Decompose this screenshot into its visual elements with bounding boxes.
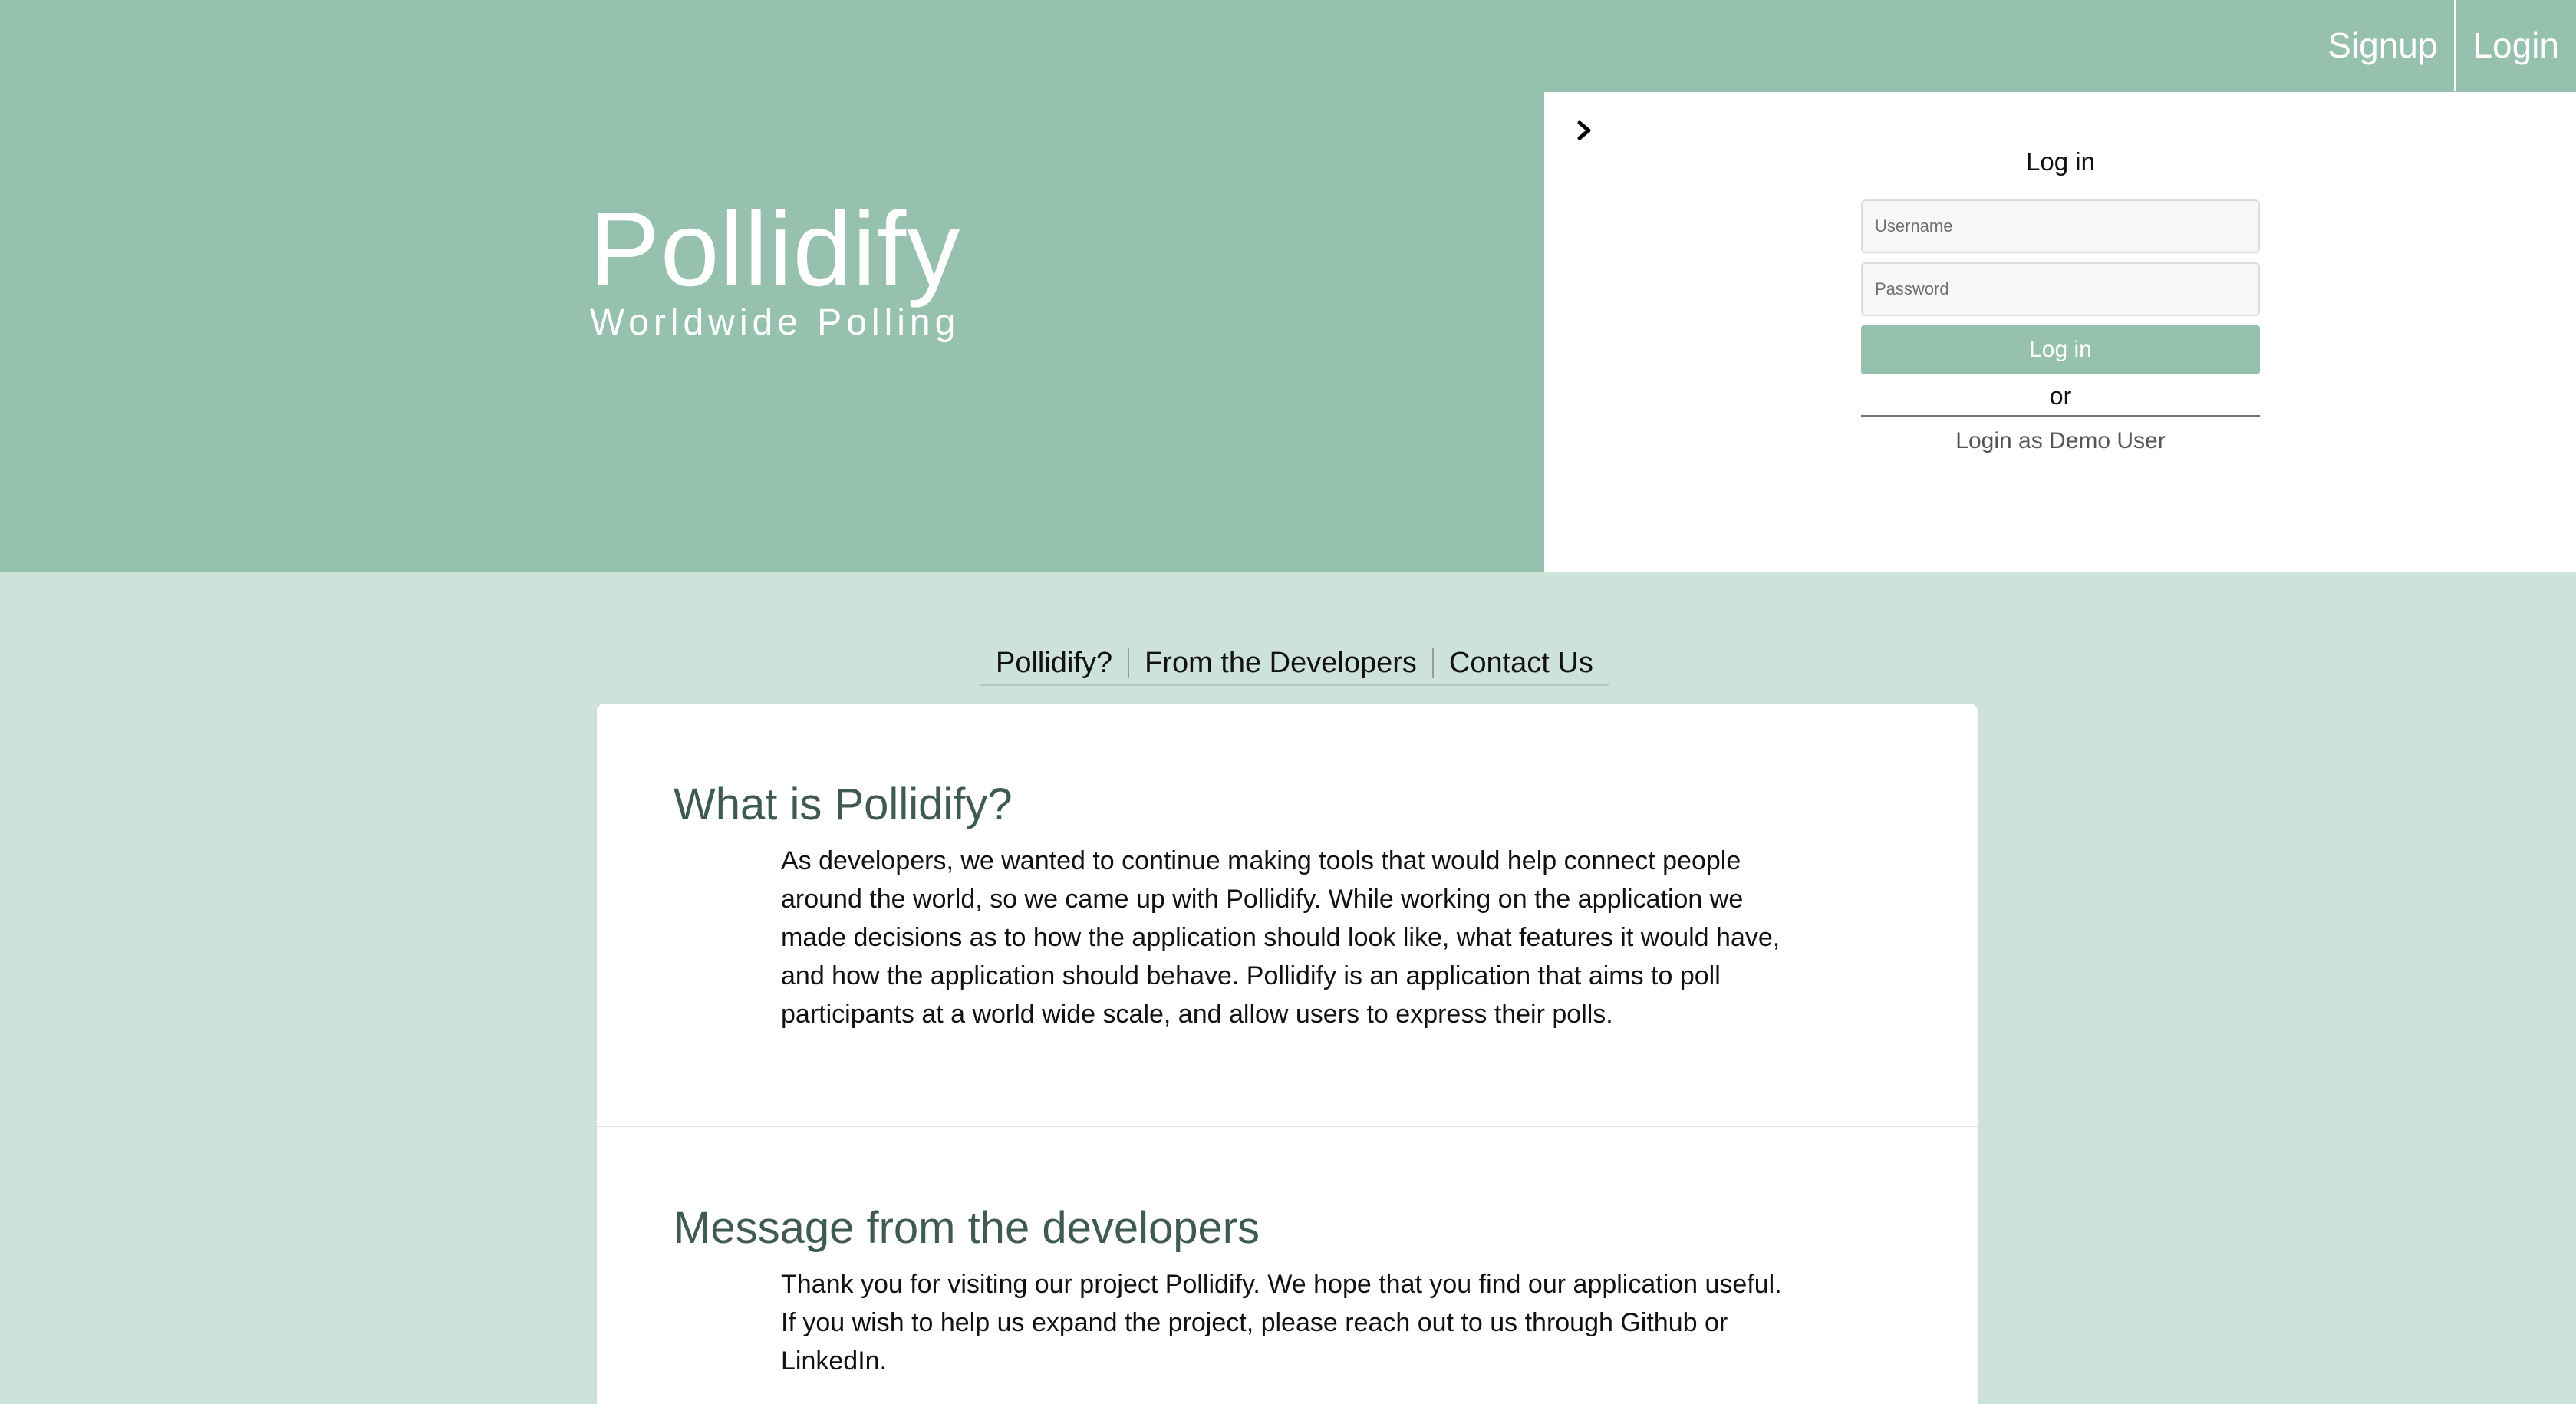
login-panel: Log in Log in or Login as Demo User: [1544, 92, 2576, 572]
top-nav: Signup Login: [2311, 0, 2576, 91]
login-link[interactable]: Login: [2456, 0, 2576, 91]
section-nav-pollidify[interactable]: Pollidify?: [980, 647, 1128, 680]
brand: Pollidify Worldwide Polling: [583, 188, 967, 344]
section-nav: Pollidify? From the Developers Contact U…: [980, 644, 1609, 686]
content-card: What is Pollidify? As developers, we wan…: [597, 704, 1978, 1404]
demo-user-login-link[interactable]: Login as Demo User: [1861, 428, 2260, 454]
developers-body: Thank you for visiting our project Polli…: [781, 1270, 1782, 1376]
section-nav-contact[interactable]: Contact Us: [1434, 647, 1609, 680]
or-separator: or: [1861, 382, 2260, 417]
section-divider: [597, 1126, 1978, 1127]
about-body: As developers, we wanted to continue mak…: [781, 846, 1780, 1029]
signup-link[interactable]: Signup: [2311, 0, 2454, 91]
password-input[interactable]: [1861, 262, 2260, 316]
chevron-right-icon[interactable]: [1569, 115, 1599, 146]
about-heading: What is Pollidify?: [674, 779, 1013, 829]
brand-subtitle: Worldwide Polling: [589, 302, 960, 343]
login-title: Log in: [2026, 147, 2095, 176]
login-form: Log in Log in or Login as Demo User: [1861, 147, 2260, 454]
developers-heading: Message from the developers: [674, 1203, 1260, 1253]
section-nav-developers[interactable]: From the Developers: [1129, 647, 1432, 680]
username-input[interactable]: [1861, 199, 2260, 253]
brand-title: Pollidify: [588, 190, 961, 308]
login-submit-button[interactable]: Log in: [1861, 325, 2260, 374]
